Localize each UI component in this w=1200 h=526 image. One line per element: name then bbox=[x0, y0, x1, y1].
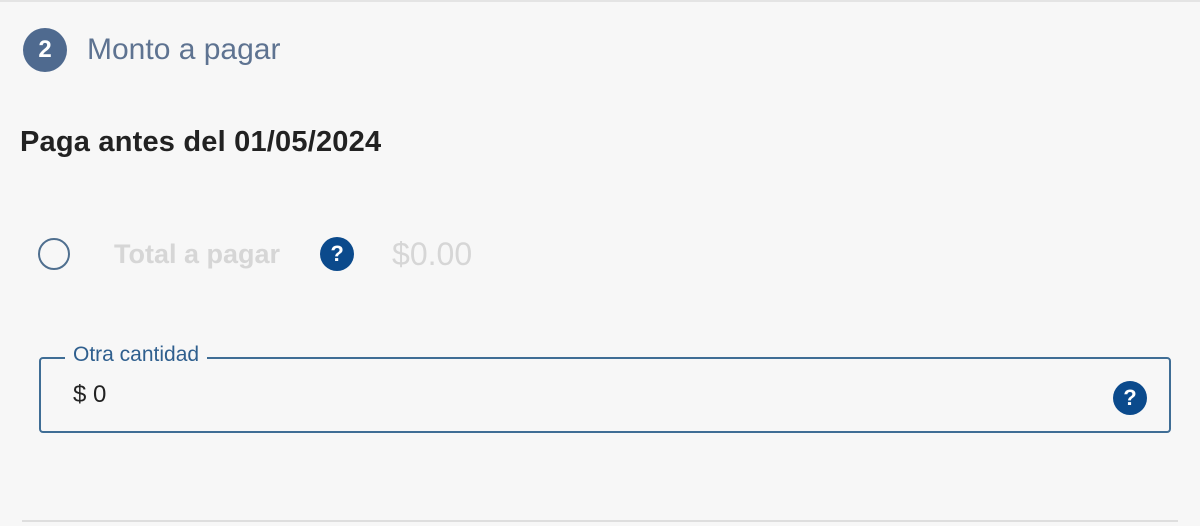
question-icon[interactable]: ? bbox=[320, 237, 355, 271]
due-date-heading: Paga antes del 01/05/2024 bbox=[20, 126, 382, 158]
total-option-row[interactable]: Total a pagar ? $0.00 bbox=[38, 230, 472, 278]
other-amount-label: Otra cantidad bbox=[65, 343, 208, 367]
total-amount-value: $0.00 bbox=[392, 235, 473, 272]
step-header: 2 Monto a pagar bbox=[23, 26, 280, 74]
other-amount-input[interactable] bbox=[73, 381, 1073, 409]
other-amount-field[interactable]: Otra cantidad ? bbox=[39, 343, 1171, 433]
question-icon[interactable]: ? bbox=[1113, 381, 1147, 415]
step-title: Monto a pagar bbox=[87, 33, 281, 66]
top-divider bbox=[0, 0, 1200, 2]
step-number-badge: 2 bbox=[23, 28, 67, 72]
total-radio-button[interactable] bbox=[38, 238, 70, 270]
total-option-label: Total a pagar bbox=[114, 238, 281, 269]
bottom-divider bbox=[22, 520, 1178, 522]
